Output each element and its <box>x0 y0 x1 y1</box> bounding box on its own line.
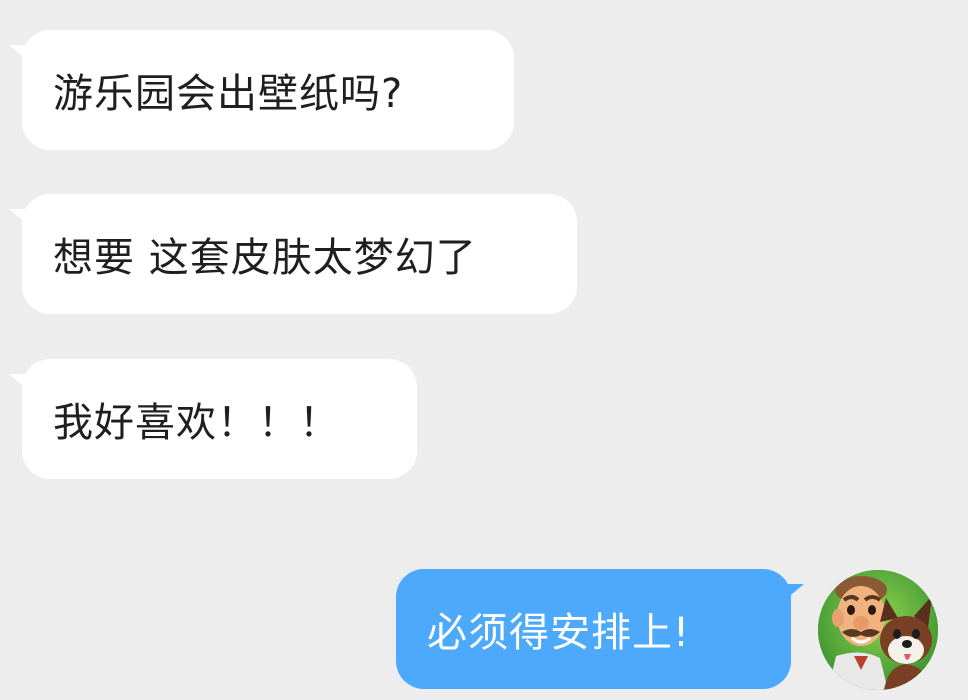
avatar[interactable] <box>818 570 938 690</box>
outgoing-message-bubble[interactable]: 必须得安排上! <box>396 569 804 689</box>
incoming-message-bubble[interactable]: 游乐园会出壁纸吗? <box>9 30 514 150</box>
incoming-message-bubble[interactable]: 我好喜欢！！！ <box>9 359 417 479</box>
avatar-man-and-dog-icon <box>818 570 938 690</box>
message-text: 游乐园会出壁纸吗? <box>53 71 404 117</box>
incoming-message-bubble[interactable]: 想要 这套皮肤太梦幻了 <box>9 194 577 314</box>
message-text: 想要 这套皮肤太梦幻了 <box>53 235 477 281</box>
chat-conversation: 游乐园会出壁纸吗? 想要 这套皮肤太梦幻了 我好喜欢！！！ 必须得安排上! <box>0 0 968 700</box>
message-text: 我好喜欢！！！ <box>53 400 340 446</box>
message-text: 必须得安排上! <box>427 610 691 656</box>
